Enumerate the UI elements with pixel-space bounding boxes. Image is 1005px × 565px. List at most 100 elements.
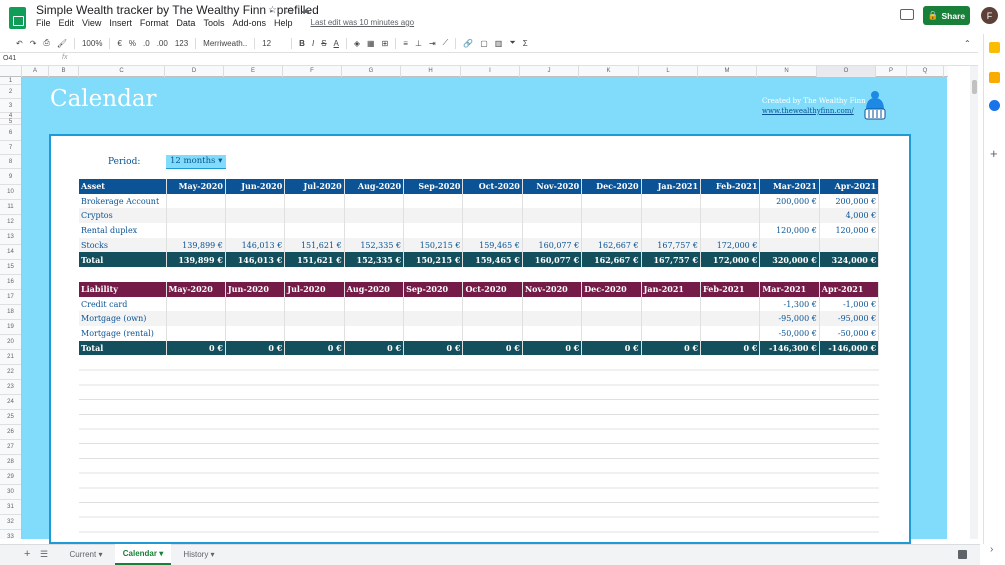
value-cell[interactable] — [225, 311, 286, 327]
value-cell[interactable]: 4,000 € — [819, 208, 880, 224]
menu-data[interactable]: Data — [176, 18, 195, 28]
total-value-cell[interactable]: 0 € — [581, 340, 642, 356]
assets-header-cell[interactable]: Jun-2020 — [225, 179, 286, 194]
select-all-corner[interactable] — [0, 66, 22, 77]
row-label-cell[interactable]: Brokerage Account — [79, 193, 167, 209]
value-cell[interactable] — [522, 311, 583, 327]
value-cell[interactable] — [522, 326, 583, 341]
column-header-L[interactable]: L — [639, 66, 698, 77]
column-header-P[interactable]: P — [876, 66, 907, 77]
value-cell[interactable] — [641, 296, 702, 312]
cloud-status-icon[interactable]: ☁ — [300, 5, 310, 16]
menu-insert[interactable]: Insert — [109, 18, 132, 28]
value-cell[interactable] — [403, 326, 464, 341]
value-cell[interactable]: 200,000 € — [759, 193, 820, 209]
value-cell[interactable] — [700, 311, 761, 327]
value-cell[interactable]: 162,667 € — [581, 237, 642, 253]
total-value-cell[interactable]: 146,013 € — [225, 252, 286, 268]
website-link[interactable]: www.thewealthyfinn.com/ — [762, 107, 866, 115]
total-value-cell[interactable]: 160,077 € — [522, 252, 583, 268]
column-header-F[interactable]: F — [283, 66, 342, 77]
value-cell[interactable] — [403, 223, 464, 238]
assets-header-cell[interactable]: Oct-2020 — [462, 179, 523, 194]
column-header-J[interactable]: J — [520, 66, 579, 77]
assets-header-cell[interactable]: Nov-2020 — [522, 179, 583, 194]
move-folder-icon[interactable]: ▭ — [284, 5, 293, 16]
horizontal-align-icon[interactable]: ≡ — [403, 39, 408, 48]
value-cell[interactable]: 167,757 € — [641, 237, 702, 253]
total-label-cell[interactable]: Total — [79, 252, 167, 268]
column-header-I[interactable]: I — [461, 66, 520, 77]
value-cell[interactable] — [700, 223, 761, 238]
value-cell[interactable] — [225, 193, 286, 209]
value-cell[interactable] — [522, 296, 583, 312]
value-cell[interactable] — [284, 296, 345, 312]
value-cell[interactable] — [641, 193, 702, 209]
assets-header-cell[interactable]: Aug-2020 — [344, 179, 405, 194]
total-value-cell[interactable]: 159,465 € — [462, 252, 523, 268]
value-cell[interactable] — [641, 311, 702, 327]
menu-tools[interactable]: Tools — [203, 18, 224, 28]
value-cell[interactable] — [403, 193, 464, 209]
value-cell[interactable] — [225, 208, 286, 224]
row-header-19[interactable]: 19 — [0, 320, 21, 335]
value-cell[interactable] — [166, 326, 226, 341]
row-header-13[interactable]: 13 — [0, 230, 21, 245]
value-cell[interactable] — [641, 223, 702, 238]
value-cell[interactable] — [166, 223, 226, 238]
total-value-cell[interactable]: -146,300 € — [759, 340, 820, 356]
liabilities-header-cell[interactable]: Mar-2021 — [759, 282, 820, 297]
percent-format-button[interactable]: % — [129, 39, 136, 48]
value-cell[interactable]: -95,000 € — [819, 311, 880, 327]
empty-grid-rows[interactable] — [79, 356, 879, 544]
all-sheets-icon[interactable]: ☰ — [40, 549, 48, 560]
value-cell[interactable]: 160,077 € — [522, 237, 583, 253]
add-addon-icon[interactable]: + — [990, 146, 998, 161]
row-header-18[interactable]: 18 — [0, 305, 21, 320]
row-header-10[interactable]: 10 — [0, 185, 21, 200]
insert-comment-icon[interactable]: ▢ — [480, 39, 488, 48]
liabilities-header-cell[interactable]: Feb-2021 — [700, 282, 761, 297]
value-cell[interactable] — [344, 208, 405, 224]
row-header-2[interactable]: 2 — [0, 85, 21, 99]
value-cell[interactable] — [284, 193, 345, 209]
value-cell[interactable] — [700, 193, 761, 209]
collapse-menu-icon[interactable]: ⌃ — [964, 39, 971, 48]
total-value-cell[interactable]: 151,621 € — [284, 252, 345, 268]
value-cell[interactable] — [522, 223, 583, 238]
total-value-cell[interactable]: 152,335 € — [344, 252, 405, 268]
column-header-D[interactable]: D — [165, 66, 224, 77]
increase-decimal-button[interactable]: .00 — [157, 39, 168, 48]
value-cell[interactable] — [581, 208, 642, 224]
value-cell[interactable] — [581, 193, 642, 209]
assets-header-cell[interactable]: Dec-2020 — [581, 179, 642, 194]
menu-format[interactable]: Format — [140, 18, 169, 28]
value-cell[interactable]: 139,899 € — [166, 237, 226, 253]
assets-header-cell[interactable]: May-2020 — [166, 179, 226, 194]
column-header-A[interactable]: A — [22, 66, 49, 77]
value-cell[interactable] — [166, 193, 226, 209]
row-header-7[interactable]: 7 — [0, 141, 21, 155]
menu-help[interactable]: Help — [274, 18, 293, 28]
total-value-cell[interactable]: 162,667 € — [581, 252, 642, 268]
total-value-cell[interactable]: 0 € — [344, 340, 405, 356]
borders-icon[interactable]: ▦ — [367, 39, 375, 48]
strikethrough-icon[interactable]: S — [321, 39, 326, 48]
assets-header-cell[interactable]: Jan-2021 — [641, 179, 702, 194]
insert-chart-icon[interactable]: ▥ — [495, 39, 503, 48]
value-cell[interactable] — [344, 296, 405, 312]
row-header-30[interactable]: 30 — [0, 485, 21, 500]
value-cell[interactable] — [522, 208, 583, 224]
font-select[interactable]: Merriweath... — [203, 39, 247, 48]
row-header-21[interactable]: 21 — [0, 350, 21, 365]
value-cell[interactable] — [166, 311, 226, 327]
row-header-1[interactable]: 1 — [0, 77, 21, 85]
total-value-cell[interactable]: 0 € — [225, 340, 286, 356]
row-header-14[interactable]: 14 — [0, 245, 21, 260]
value-cell[interactable] — [166, 296, 226, 312]
menu-addons[interactable]: Add-ons — [232, 18, 266, 28]
period-dropdown[interactable]: 12 months ▾ — [166, 155, 226, 169]
value-cell[interactable]: -50,000 € — [759, 326, 820, 341]
expand-panel-icon[interactable]: › — [990, 544, 993, 555]
column-header-N[interactable]: N — [757, 66, 817, 77]
